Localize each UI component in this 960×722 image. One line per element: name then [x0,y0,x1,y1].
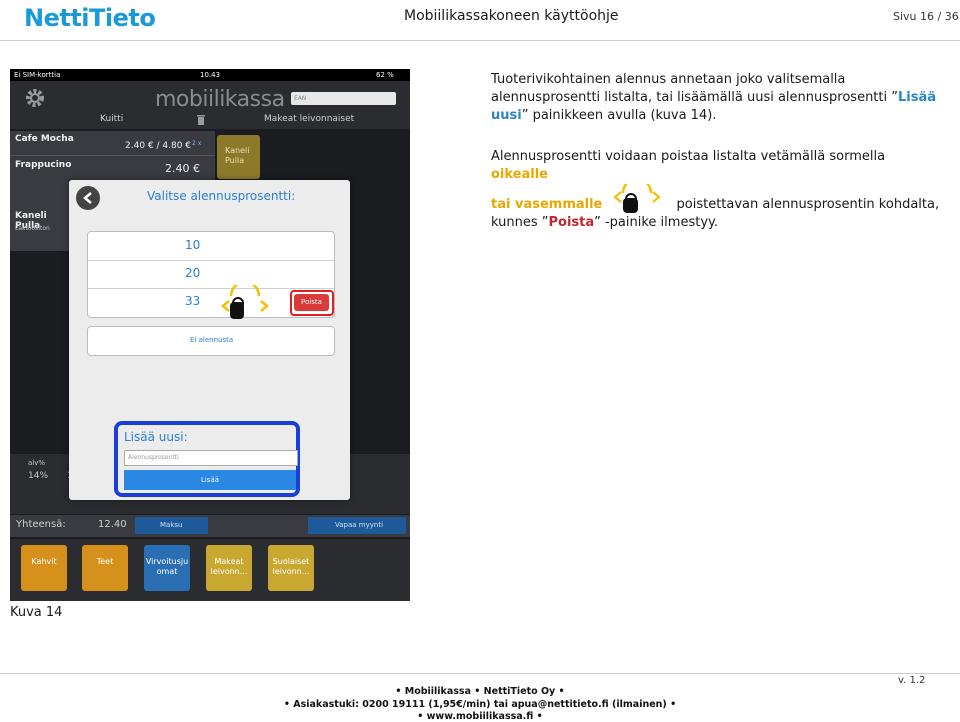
item-sub: Laktoositon [15,225,50,232]
tile-label: Kaneli Pulla [225,146,250,165]
back-button[interactable] [76,186,100,210]
poista-button[interactable]: Poista [294,294,329,311]
vat-label: alv% [28,459,46,467]
ean-input[interactable]: EAN [291,92,396,105]
category-tile-suolaiset[interactable]: Suolaiset leivonn... [268,545,314,591]
document-title: Mobiilikassakoneen käyttöohje [404,8,619,24]
tile-label: Kahvit [31,557,57,566]
add-button[interactable]: Lisää [124,470,296,490]
category-tile-teet[interactable]: Teet [82,545,128,591]
status-bar: Ei SIM-korttia 10.43 62 % [10,69,410,81]
carrier-text: Ei SIM-korttia [14,71,61,79]
discount-option[interactable]: 10 [88,232,334,261]
total-label: Yhteensä: [16,519,66,530]
footer-line-1: • Mobiilikassa • NettiTieto Oy • [395,686,565,697]
list-item[interactable]: Cafe Mocha 2.40 € / 4.80 € 2 x [10,131,215,156]
p2-highlight-poista: Poista [548,215,595,230]
discount-option[interactable]: 20 [88,260,334,289]
p2-highlight-vasemmalle: tai vasemmalle [491,197,603,212]
app-brand: mobiilikassa [155,87,285,112]
vapaa-myynti-button[interactable]: Vapaa myynti [308,517,406,534]
category-tile-virvoitus[interactable]: Virvoitusju omat [144,545,190,591]
list-item[interactable]: Frappucino 2.40 € [10,156,215,182]
no-discount-button[interactable]: Ei alennusta [87,326,335,356]
kuitti-label[interactable]: Kuitti [100,114,123,124]
category-tile-makeat[interactable]: Makeat leivonn... [206,545,252,591]
discount-percent-input[interactable]: Alennusprosentti [124,450,298,466]
dialog-title: Valitse alennusprosentti: [147,189,296,203]
tile-label: Teet [96,557,114,566]
ean-placeholder: EAN [294,95,307,102]
no-discount-label: Ei alennusta [190,336,234,344]
list-item[interactable]: Kaneli Pulla Laktoositon [10,209,70,243]
discount-dialog: Valitse alennusprosentti: 10 20 33 Poist… [69,180,350,500]
maksu-button[interactable]: Maksu [135,517,208,534]
option-value: 33 [185,294,201,308]
footer-line-2: • Asiakastuki: 0200 19111 (1,95€/min) ta… [283,699,677,710]
tile-label: Virvoitusju omat [145,557,189,576]
p2-highlight-oikealle: oikealle [491,167,549,182]
nettitieto-logo: NettiTieto [24,4,156,32]
maksu-label: Maksu [160,521,183,529]
add-new-title: Lisää uusi: [124,430,188,444]
p2-text-a: Alennusprosentti voidaan poistaa listalt… [491,149,886,164]
option-value: 10 [185,238,201,252]
option-value: 20 [185,266,201,280]
item-price: 2.40 € / 4.80 € [125,141,192,151]
page-number: Sivu 16 / 36 [893,10,959,23]
battery-text: 62 % [376,71,394,79]
category-tiles: Kahvit Teet Virvoitusju omat Makeat leiv… [10,539,410,601]
figure-caption: Kuva 14 [10,605,63,620]
p2-text-c: ” -painike ilmestyy. [594,215,718,230]
item-qty: 2 x [192,140,202,147]
swipe-gesture-icon [221,285,269,319]
paragraph-discount-intro: Tuoterivikohtainen alennus annetaan joko… [491,71,941,125]
item-name: Frappucino [15,160,72,170]
app-tabs-row: Kuitti Makeat leivonnaiset [10,111,410,129]
tile-label: Makeat leivonn... [210,557,248,576]
clock-text: 10.43 [200,71,221,79]
input-placeholder: Alennusprosentti [128,454,179,461]
tile-label: Suolaiset leivonn... [272,557,310,576]
vapaa-label: Vapaa myynti [335,521,384,529]
header-divider [0,40,960,41]
arrow-left-icon [83,192,92,204]
item-name: Cafe Mocha [15,134,74,144]
tab-makeat[interactable]: Makeat leivonnaiset [264,114,354,124]
gear-icon[interactable] [24,87,46,109]
trash-icon[interactable] [197,115,205,125]
footer-divider [0,673,960,674]
footer-line-3: • www.mobiilikassa.fi • [417,711,543,722]
swipe-gesture-icon [613,177,662,213]
paragraph-remove-discount: Alennusprosentti voidaan poistaa listalt… [491,148,946,232]
item-price: 2.40 € [165,162,200,175]
p1-text-b: ” painikkeen avulla (kuva 14). [521,108,717,123]
vat-value: 14% [28,471,49,481]
p1-text-a: Tuoterivikohtainen alennus annetaan joko… [491,72,898,105]
product-tile-kaneli[interactable]: Kaneli Pulla [217,135,260,179]
version-label: v. 1.2 [898,675,926,686]
category-tile-kahvit[interactable]: Kahvit [21,545,67,591]
total-value: 12.40 [98,519,127,530]
